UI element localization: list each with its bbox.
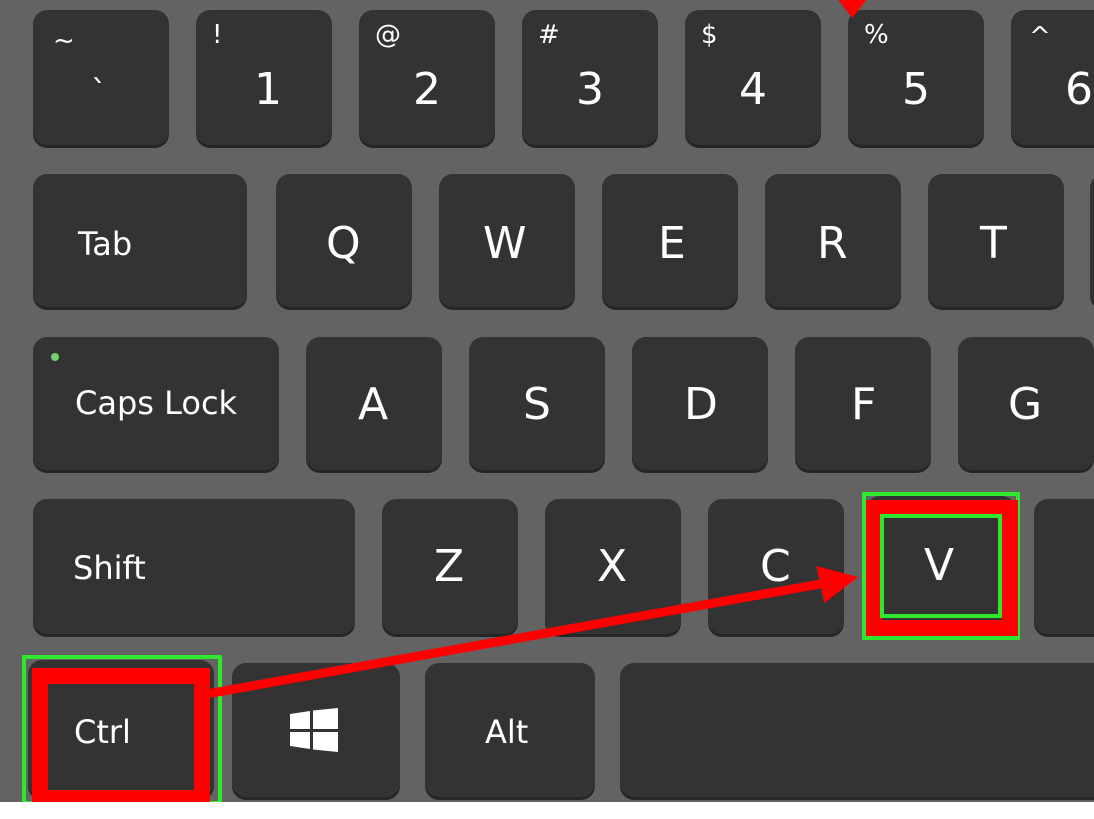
keyboard-photo: ~ ` ! 1 @ 2 # 3 $ 4 % 5 ^ 6 Tab Q W E R … (0, 0, 1094, 819)
arrow-overlay (207, 0, 866, 698)
ctrl-to-v-arrow-shaft (207, 579, 825, 698)
ctrl-to-v-arrowhead (816, 566, 858, 603)
top-arrowhead-partial (838, 0, 866, 18)
